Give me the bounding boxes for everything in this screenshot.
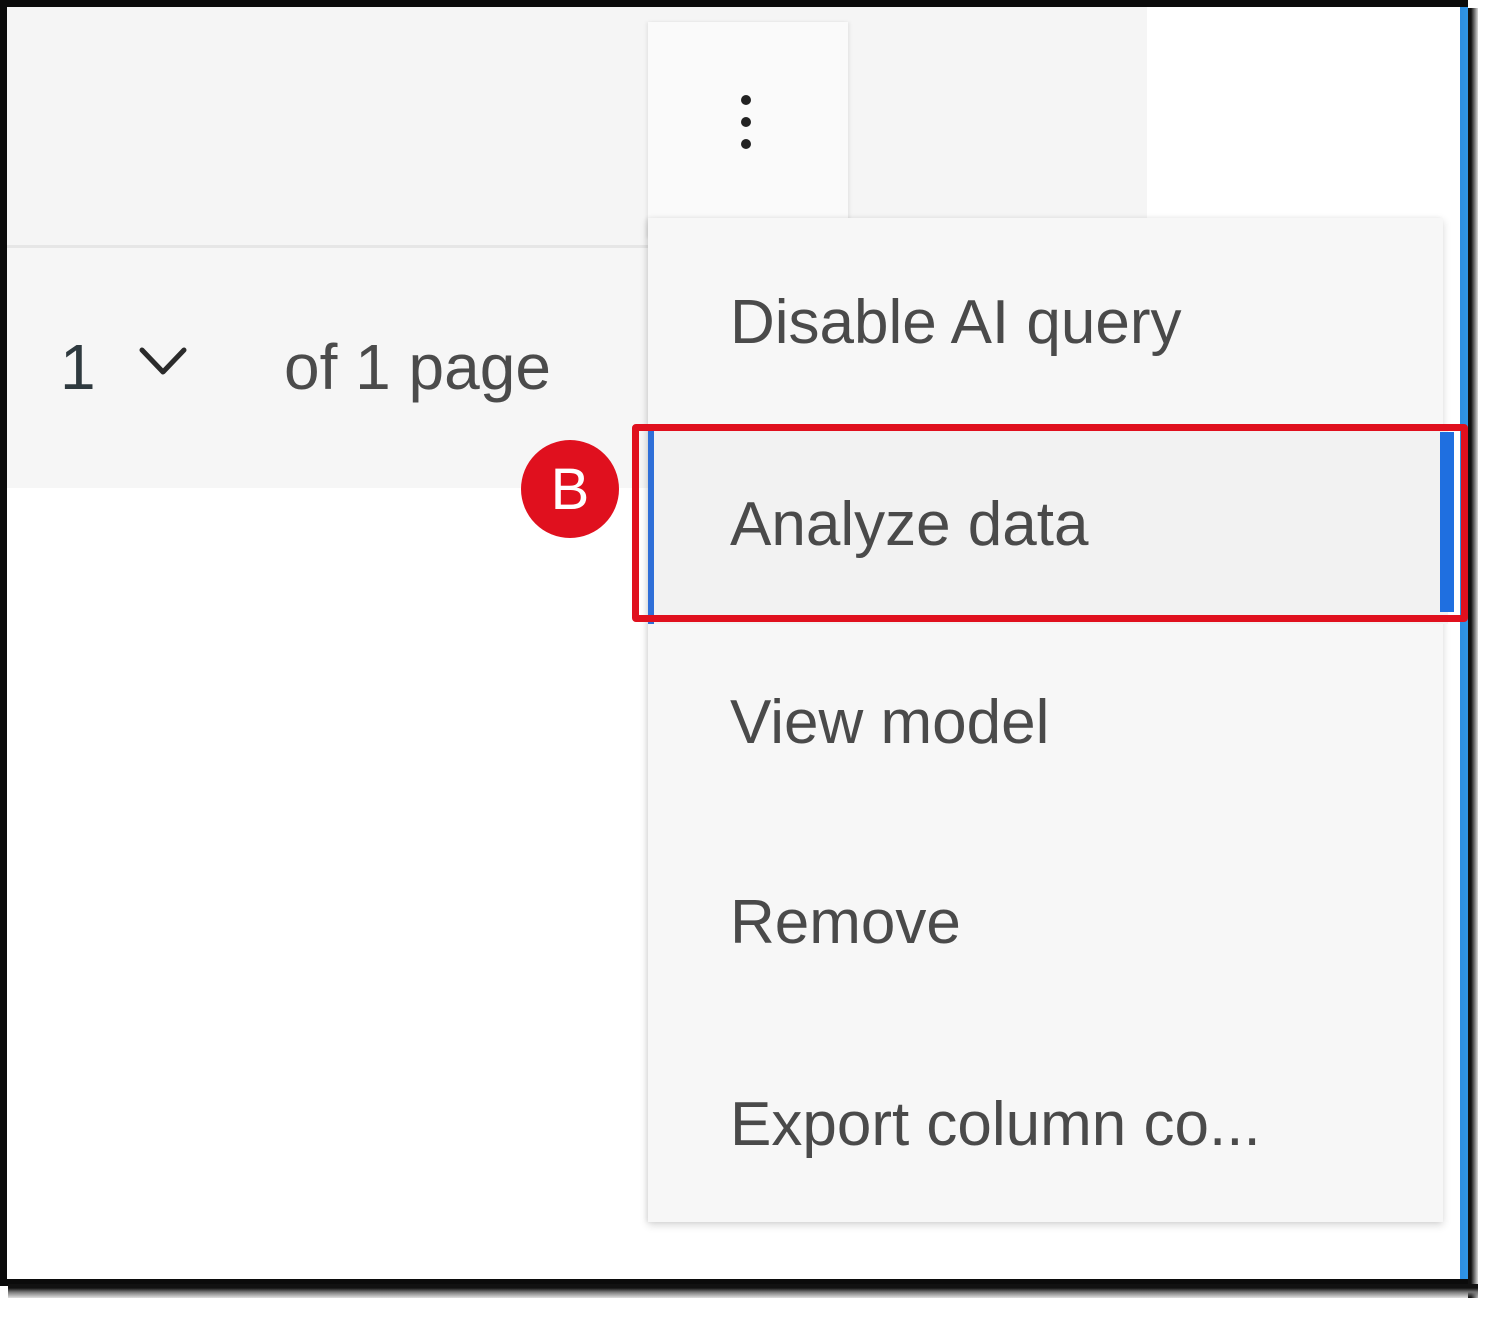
annotation-badge: B xyxy=(521,440,619,538)
page-select-value[interactable]: 1 xyxy=(60,330,97,404)
frame-shadow-right xyxy=(1468,8,1478,1298)
menu-item-disable-ai-query[interactable]: Disable AI query xyxy=(648,222,1448,422)
kebab-menu-icon[interactable] xyxy=(728,92,764,152)
menu-item-label: Remove xyxy=(730,887,961,957)
menu-item-label: Analyze data xyxy=(730,489,1089,559)
selected-item-indicator xyxy=(1440,432,1454,612)
menu-item-label: Export column co... xyxy=(730,1089,1261,1159)
chevron-down-icon[interactable] xyxy=(138,344,188,378)
menu-item-export-column[interactable]: Export column co... xyxy=(648,1024,1448,1224)
menu-item-analyze-data[interactable]: Analyze data xyxy=(648,424,1448,624)
toolbar xyxy=(7,7,1147,248)
menu-item-label: Disable AI query xyxy=(730,287,1182,357)
right-edge-accent xyxy=(1454,7,1468,1279)
frame-shadow-bottom xyxy=(8,1284,1478,1298)
page-total-label: of 1 page xyxy=(284,331,551,403)
menu-item-label: View model xyxy=(730,687,1050,757)
menu-item-view-model[interactable]: View model xyxy=(648,622,1448,822)
menu-item-remove[interactable]: Remove xyxy=(648,822,1448,1022)
